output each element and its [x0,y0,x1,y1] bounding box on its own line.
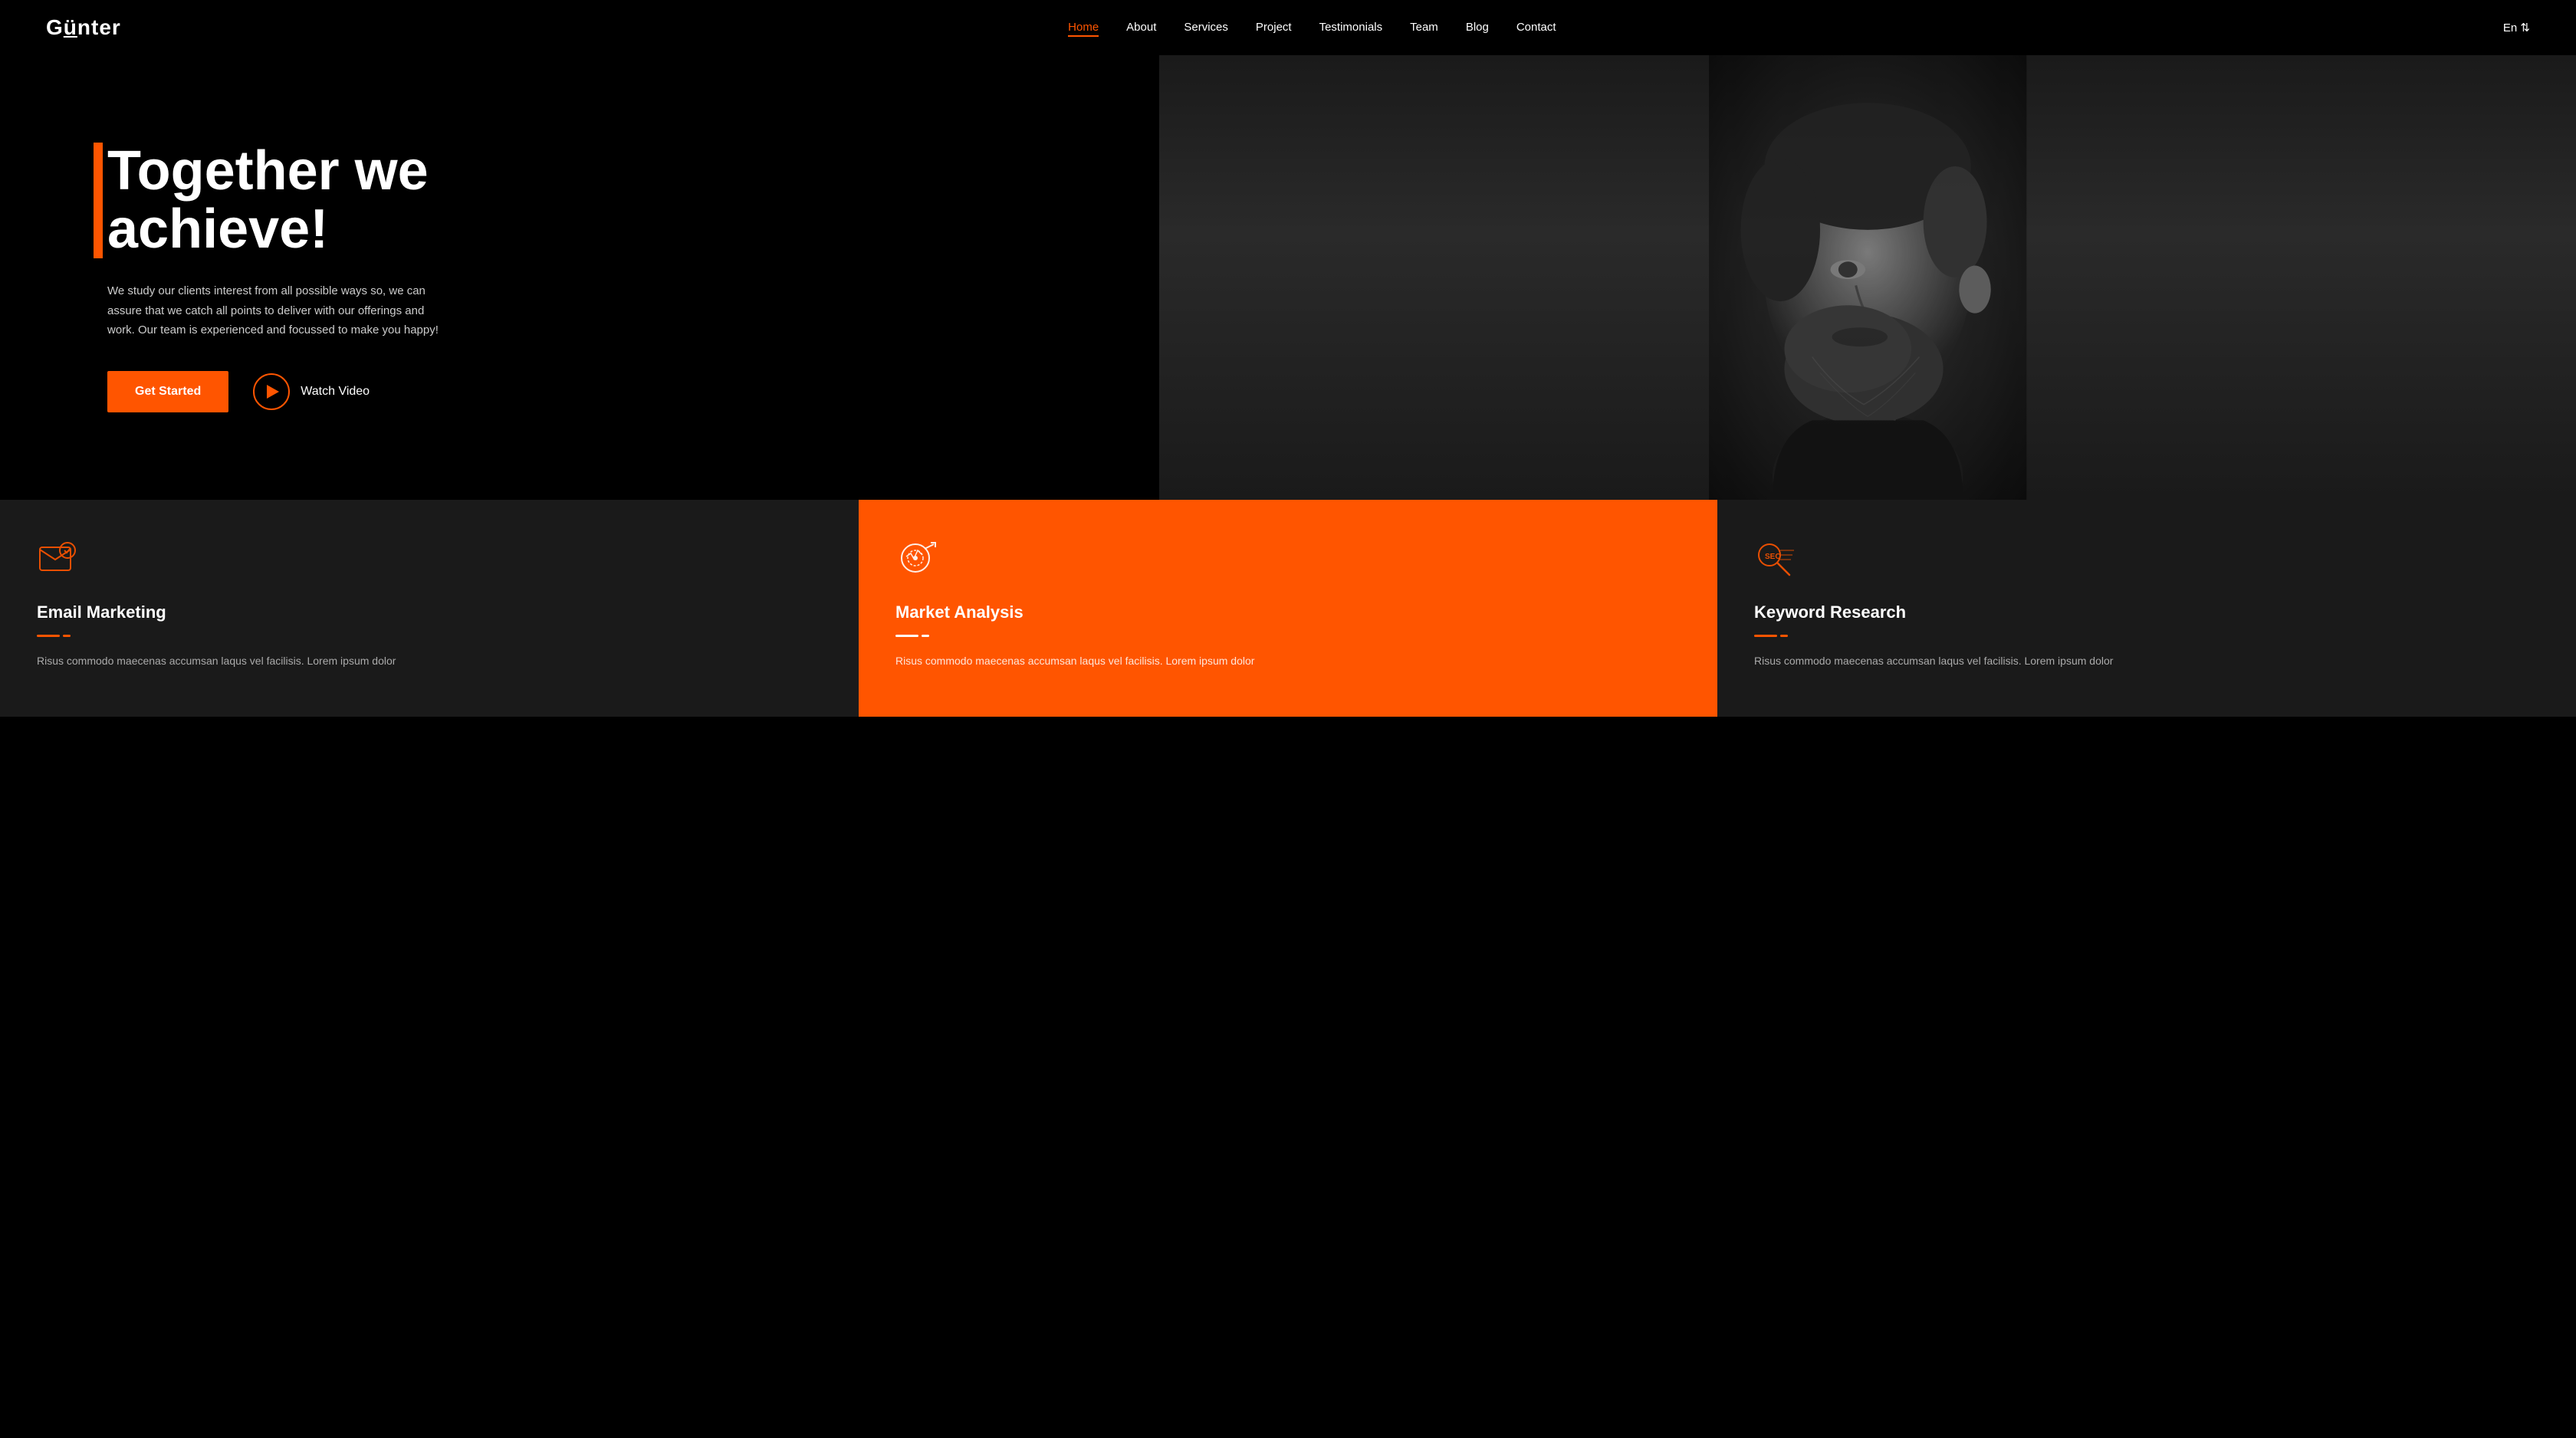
nav-link-about[interactable]: About [1126,21,1156,34]
play-circle-icon [253,373,290,410]
logo[interactable]: Günter [46,15,121,40]
market-analysis-title: Market Analysis [895,602,1681,622]
nav-item-contact[interactable]: Contact [1516,21,1556,34]
hero-title-line2: achieve! [107,201,328,259]
watch-video-label: Watch Video [301,385,370,399]
play-triangle-icon [267,385,279,399]
nav-item-home[interactable]: Home [1068,21,1099,34]
language-selector[interactable]: En ⇅ [2503,21,2530,34]
nav-item-testimonials[interactable]: Testimonials [1319,21,1383,34]
nav-item-about[interactable]: About [1126,21,1156,34]
nav-link-home[interactable]: Home [1068,21,1099,37]
service-card-keyword-research: SEO Keyword Research Risus commodo maece… [1717,500,2576,717]
watch-video-button[interactable]: Watch Video [253,373,370,410]
nav-item-project[interactable]: Project [1256,21,1292,34]
hero-portrait [1159,55,2576,500]
nav-item-team[interactable]: Team [1410,21,1438,34]
svg-text:SEO: SEO [1765,553,1781,561]
market-analysis-icon [895,538,938,581]
keyword-research-desc: Risus commodo maecenas accumsan laqus ve… [1754,652,2539,671]
get-started-button[interactable]: Get Started [107,371,228,412]
service-card-email-marketing: Email Marketing Risus commodo maecenas a… [0,500,859,717]
nav-link-blog[interactable]: Blog [1466,21,1489,34]
portrait-svg [1301,55,2434,500]
keyword-research-title: Keyword Research [1754,602,2539,622]
services-section: Email Marketing Risus commodo maecenas a… [0,500,2576,717]
keyword-research-icon: SEO [1754,538,1797,581]
email-marketing-title: Email Marketing [37,602,822,622]
hero-description: We study our clients interest from all p… [107,281,445,340]
nav-item-blog[interactable]: Blog [1466,21,1489,34]
keyword-research-underline [1754,635,2539,637]
hero-title: Together we achieve! [107,143,445,258]
navbar: Günter Home About Services Project Testi… [0,0,2576,55]
hero-content: Together we achieve! We study our client… [0,97,491,458]
email-marketing-underline [37,635,822,637]
market-analysis-underline [895,635,1681,637]
hero-title-line1: Together we [107,143,429,201]
nav-item-services[interactable]: Services [1184,21,1228,34]
nav-link-team[interactable]: Team [1410,21,1438,34]
nav-link-project[interactable]: Project [1256,21,1292,34]
email-marketing-desc: Risus commodo maecenas accumsan laqus ve… [37,652,822,671]
nav-link-testimonials[interactable]: Testimonials [1319,21,1383,34]
hero-section: Together we achieve! We study our client… [0,55,2576,500]
nav-link-contact[interactable]: Contact [1516,21,1556,34]
nav-links: Home About Services Project Testimonials… [1068,21,1556,34]
nav-link-services[interactable]: Services [1184,21,1228,34]
email-marketing-icon [37,538,80,581]
hero-image [1159,55,2576,500]
hero-actions: Get Started Watch Video [107,371,445,412]
market-analysis-desc: Risus commodo maecenas accumsan laqus ve… [895,652,1681,671]
service-card-market-analysis: Market Analysis Risus commodo maecenas a… [859,500,1717,717]
